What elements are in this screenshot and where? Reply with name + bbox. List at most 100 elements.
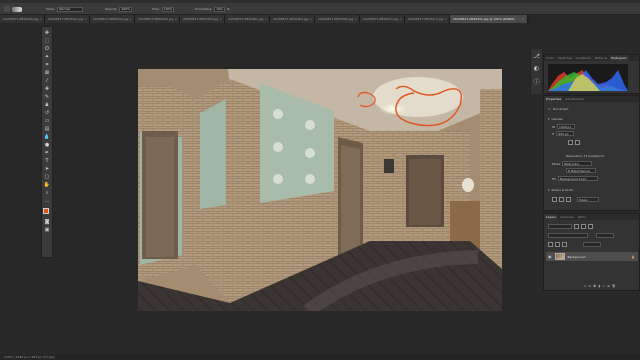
tab-paths[interactable]: Paths: [576, 214, 588, 220]
frame-icon[interactable]: ⊠: [44, 70, 51, 76]
layer-filter-select[interactable]: [548, 224, 572, 229]
move-icon[interactable]: ✥: [44, 30, 51, 36]
brush-size-preview[interactable]: [12, 6, 22, 12]
tab-properties[interactable]: Properties: [544, 96, 564, 102]
close-icon[interactable]: ×: [521, 17, 524, 21]
eyedropper-icon[interactable]: ⁄: [44, 78, 51, 84]
shape-icon[interactable]: ▢: [44, 174, 51, 180]
history-icon[interactable]: ⎇: [533, 53, 540, 60]
document-tab[interactable]: 20200817-0B20466.jpg ×: [315, 15, 360, 23]
link-icon[interactable]: ∞: [584, 284, 587, 288]
lock-pixels-icon[interactable]: [548, 242, 553, 247]
text-icon[interactable]: T: [44, 158, 51, 164]
document-canvas[interactable]: [138, 69, 502, 311]
units-select[interactable]: Pixels: [577, 197, 599, 202]
close-icon[interactable]: ×: [444, 17, 447, 21]
close-icon[interactable]: ×: [264, 17, 267, 21]
chevron-down-icon[interactable]: ▾: [548, 188, 550, 192]
adjustment-layer-icon[interactable]: ◑: [598, 284, 601, 288]
close-icon[interactable]: ×: [39, 17, 42, 21]
document-tab[interactable]: 20200817-0B20472.jpg ×: [360, 15, 405, 23]
tab-color[interactable]: Color: [544, 55, 556, 61]
color-chips[interactable]: [42, 208, 52, 217]
layer-opacity-field[interactable]: [596, 233, 614, 238]
close-icon[interactable]: ×: [309, 17, 312, 21]
close-icon[interactable]: ×: [399, 17, 402, 21]
blend-mode-select[interactable]: [548, 233, 588, 238]
history-brush-icon[interactable]: ↺: [44, 110, 51, 116]
close-icon[interactable]: ×: [129, 17, 132, 21]
filter-text-icon[interactable]: [588, 224, 593, 229]
close-icon[interactable]: ×: [84, 17, 87, 21]
lasso-icon[interactable]: ʘ: [44, 46, 51, 52]
ruler-toggle[interactable]: [552, 197, 557, 202]
path-select-icon[interactable]: ➤: [44, 166, 51, 172]
document-tab-active[interactable]: 20200817-0B20431.jpg @ 100% (RGB/8) ×: [450, 15, 528, 23]
guides-toggle[interactable]: [566, 197, 571, 202]
tab-gradients[interactable]: Gradients: [574, 55, 593, 61]
opacity-field[interactable]: 100%: [119, 6, 132, 12]
close-icon[interactable]: ×: [174, 17, 177, 21]
document-tab[interactable]: 20200817-0B20444.jpg ×: [90, 15, 135, 23]
document-tab[interactable]: 20200817-0B20464.jpg ×: [270, 15, 315, 23]
width-field[interactable]: 1440 px: [556, 124, 575, 129]
pen-icon[interactable]: ✒: [44, 150, 51, 156]
healing-icon[interactable]: ✚: [44, 86, 51, 92]
rulers-section-header[interactable]: ▾ Rulers & Grids: [548, 188, 573, 192]
mask-icon[interactable]: ◘: [593, 284, 595, 288]
close-icon[interactable]: ×: [354, 17, 357, 21]
height-field[interactable]: 955 px: [556, 131, 575, 136]
gear-icon[interactable]: ⚙: [227, 7, 230, 11]
magic-wand-icon[interactable]: ✦: [44, 54, 51, 60]
chevron-down-icon[interactable]: ▾: [548, 117, 550, 121]
hand-icon[interactable]: ✋: [44, 182, 51, 188]
eye-icon[interactable]: ◉: [548, 254, 552, 259]
document-tab[interactable]: 20200817-0B20474.jpg ×: [405, 15, 450, 23]
smoothing-field[interactable]: 10%: [214, 6, 225, 12]
tab-swatches[interactable]: Swatches: [556, 55, 574, 61]
gradient-icon[interactable]: ▤: [44, 126, 51, 132]
marquee-icon[interactable]: ⬚: [44, 38, 51, 44]
document-tab[interactable]: 20200817-0B20461.jpg ×: [225, 15, 270, 23]
document-tab[interactable]: 20200817-0B20459.jpg ×: [180, 15, 225, 23]
document-tab[interactable]: 20200817-0B20441.jpg ×: [45, 15, 90, 23]
new-layer-icon[interactable]: ⊞: [607, 284, 610, 288]
layer-fill-field[interactable]: [583, 242, 601, 247]
quick-mask-icon[interactable]: ◙: [44, 219, 51, 225]
stamp-icon[interactable]: ♟: [44, 102, 51, 108]
mode-select[interactable]: RGB Color: [562, 161, 593, 166]
document-tab[interactable]: 20200817-0B20420.jpg ×: [0, 15, 45, 23]
brush-preset-icon[interactable]: [4, 6, 10, 12]
document-tab[interactable]: 20200817-0B20449.jpg ×: [135, 15, 180, 23]
lock-position-icon[interactable]: [555, 242, 560, 247]
portrait-button[interactable]: [568, 140, 573, 145]
flow-field[interactable]: 100%: [161, 6, 175, 12]
eraser-icon[interactable]: ▭: [44, 118, 51, 124]
bit-depth-select[interactable]: 8 Bits/Channel: [566, 168, 596, 173]
layer-row[interactable]: ◉ Background 🔒: [546, 252, 638, 261]
foreground-color-swatch[interactable]: [42, 208, 49, 214]
close-icon[interactable]: ×: [219, 17, 222, 21]
info-icon[interactable]: ⓘ: [533, 77, 539, 86]
tab-layers[interactable]: Layers: [544, 214, 558, 220]
group-icon[interactable]: ▭: [602, 284, 605, 288]
fx-icon[interactable]: fx: [589, 284, 592, 288]
filter-image-icon[interactable]: [574, 224, 579, 229]
trash-icon[interactable]: 🗑: [612, 284, 616, 288]
crop-icon[interactable]: ⌗: [44, 62, 51, 68]
filter-adjust-icon[interactable]: [581, 224, 586, 229]
canvas-image[interactable]: [138, 69, 502, 311]
fill-select[interactable]: Background Color: [558, 176, 599, 181]
landscape-button[interactable]: [575, 140, 580, 145]
tab-histogram[interactable]: Histogram: [609, 55, 629, 61]
brush-icon[interactable]: ✎: [44, 94, 51, 100]
screen-mode-icon[interactable]: ▣: [44, 227, 51, 233]
blur-icon[interactable]: 💧: [44, 134, 51, 140]
tab-patterns[interactable]: Patterns: [593, 55, 609, 61]
adjustments-icon[interactable]: ◐: [534, 65, 539, 72]
grid-toggle[interactable]: [559, 197, 564, 202]
tab-adjustments[interactable]: Adjustments: [563, 96, 586, 102]
zoom-icon[interactable]: ⌕: [44, 190, 51, 196]
tab-channels[interactable]: Channels: [558, 214, 576, 220]
more-tools-icon[interactable]: …: [44, 198, 51, 204]
